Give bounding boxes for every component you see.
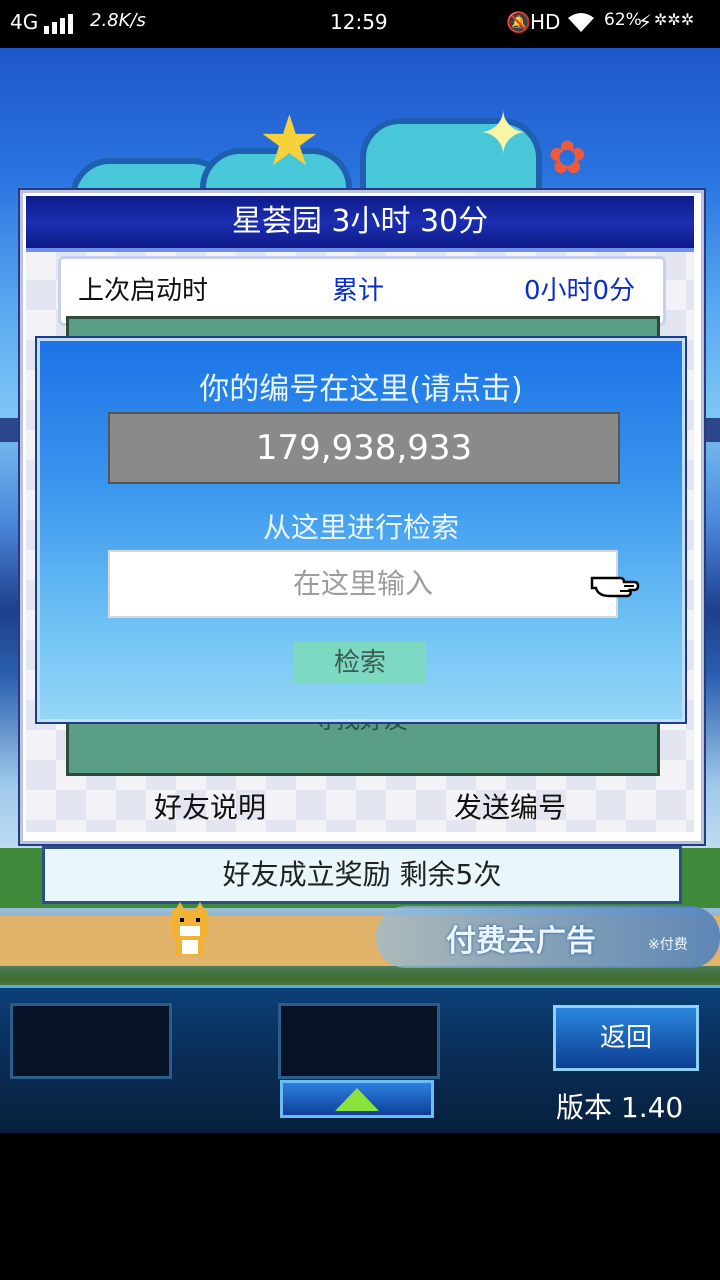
network-type: 4G xyxy=(10,10,39,34)
friend-explain-button[interactable]: 好友说明 xyxy=(120,786,300,830)
version-label: 版本 1.40 xyxy=(556,1091,684,1124)
battery-percent: 62% xyxy=(604,10,642,30)
search-label: 从这里进行检索 xyxy=(262,511,459,544)
friend-reward-bar: 好友成立奖励 剩余5次 xyxy=(42,846,682,904)
wifi-icon xyxy=(566,10,596,39)
status-bar: 4G 2.8K/s 12:59 🔕 HD 62% ⚡ ✲✲✲ xyxy=(0,0,720,48)
dialog-title: 星荟园 3小时 30分 xyxy=(26,196,694,252)
network-speed: 2.8K/s xyxy=(90,10,146,31)
empty-slot[interactable] xyxy=(278,1003,440,1079)
return-button[interactable]: 返回 xyxy=(553,1005,699,1071)
remove-ads-banner[interactable]: 付费去广告 ※付费 xyxy=(376,906,720,968)
send-number-button[interactable]: 发送编号 xyxy=(420,786,600,830)
signal-icon xyxy=(44,0,74,48)
total-value: 0小时0分 xyxy=(524,276,636,306)
star-icon: ★ xyxy=(258,100,321,182)
sparkle-icon: ✦ xyxy=(478,99,529,169)
clock: 12:59 xyxy=(330,10,388,34)
search-button[interactable]: 检索 xyxy=(294,642,426,684)
total-label: 累计 xyxy=(332,276,385,306)
scroll-up-button[interactable] xyxy=(280,1080,434,1118)
remove-ads-label: 付费去广告 xyxy=(446,924,596,959)
paid-note: ※付费 xyxy=(648,937,688,953)
mute-icon: 🔕 xyxy=(506,10,531,34)
up-arrow-icon xyxy=(335,1088,379,1111)
modal-title: 你的编号在这里(请点击) xyxy=(199,372,523,407)
charging-icon: ⚡ xyxy=(638,10,653,34)
flower-icon: ✿ xyxy=(548,130,587,184)
loading-dots-icon: ✲✲✲ xyxy=(654,10,695,29)
cat-character-sprite xyxy=(168,902,212,960)
friend-number-display[interactable]: 179,938,933 xyxy=(108,412,620,484)
pointing-hand-icon xyxy=(590,566,640,602)
empty-slot[interactable] xyxy=(10,1003,172,1079)
search-input[interactable]: 在这里输入 xyxy=(108,550,618,618)
hd-badge: HD xyxy=(530,10,561,34)
last-start-label: 上次启动时 xyxy=(78,276,209,306)
